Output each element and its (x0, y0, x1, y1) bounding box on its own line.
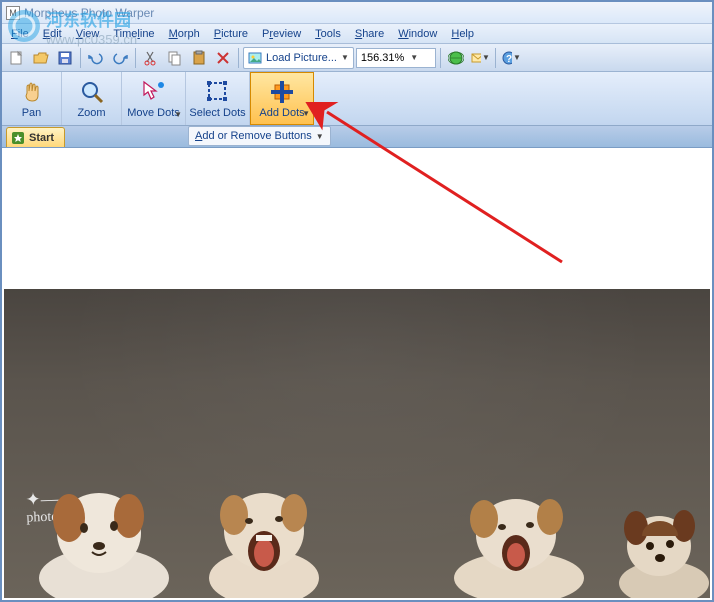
menubar: FFileile Edit View Timeline Morph Pictur… (2, 24, 712, 44)
tab-start-label: Start (29, 132, 54, 144)
menu-file[interactable]: FFileile (4, 26, 36, 42)
menu-help[interactable]: Help (444, 26, 481, 42)
zoom-label: Zoom (77, 107, 105, 119)
load-picture-button[interactable]: Load Picture... ▼ (243, 47, 354, 69)
help-button[interactable]: ?▼ (500, 47, 522, 69)
pan-label: Pan (22, 107, 42, 119)
menu-preview[interactable]: Preview (255, 26, 308, 42)
email-button[interactable]: ▼ (469, 47, 491, 69)
separator (135, 48, 136, 68)
tab-start[interactable]: Start (6, 127, 65, 147)
dropdown-arrow-icon: ▼ (174, 110, 182, 119)
new-button[interactable] (6, 47, 28, 69)
move-dots-icon (141, 79, 167, 105)
dropdown-arrow-icon: ▼ (302, 109, 310, 118)
window-title: Morpheus Photo Warper (24, 6, 154, 20)
redo-button[interactable] (109, 47, 131, 69)
menu-window[interactable]: Window (391, 26, 444, 42)
select-dots-tool[interactable]: Select Dots (186, 72, 250, 125)
zoom-level-value: 156.31% (361, 52, 404, 64)
dropdown-arrow-icon: ▼ (316, 132, 324, 141)
menu-morph[interactable]: Morph (162, 26, 207, 42)
pan-tool[interactable]: Pan (2, 72, 62, 125)
menu-timeline[interactable]: Timeline (106, 26, 161, 42)
zoom-tool[interactable]: Zoom (62, 72, 122, 125)
star-icon (11, 131, 25, 145)
web-button[interactable] (445, 47, 467, 69)
menu-tools[interactable]: Tools (308, 26, 348, 42)
tab-bar: Start Add or Remove Buttons ▼ (2, 126, 712, 148)
load-picture-label: Load Picture... (266, 52, 337, 64)
separator (440, 48, 441, 68)
zoom-level-combo[interactable]: 156.31% ▼ (356, 48, 436, 68)
puppy-3 (434, 483, 604, 598)
hand-icon (19, 79, 45, 105)
titlebar: M Morpheus Photo Warper (2, 2, 712, 24)
add-remove-label: Add or Remove Buttons (195, 130, 312, 142)
add-dots-tool[interactable]: Add Dots ▼ (250, 72, 314, 125)
undo-button[interactable] (85, 47, 107, 69)
dropdown-arrow-icon: ▼ (410, 53, 418, 62)
puppy-2 (194, 473, 334, 598)
canvas-area[interactable]: ✦— photo (4, 150, 710, 598)
separator (80, 48, 81, 68)
magnifier-icon (79, 79, 105, 105)
puppy-4 (614, 498, 710, 598)
add-remove-buttons-dropdown[interactable]: Add or Remove Buttons ▼ (188, 126, 331, 146)
separator (495, 48, 496, 68)
puppy-1 (24, 468, 184, 598)
image-content: ✦— photo (4, 289, 710, 598)
paste-button[interactable] (188, 47, 210, 69)
add-dots-label: Add Dots (259, 107, 304, 119)
app-icon: M (6, 6, 20, 20)
toolbar-main: Load Picture... ▼ 156.31% ▼ ▼ ?▼ (2, 44, 712, 72)
cut-button[interactable] (140, 47, 162, 69)
save-button[interactable] (54, 47, 76, 69)
move-dots-tool[interactable]: Move Dots ▼ (122, 72, 186, 125)
svg-text:?: ? (506, 54, 512, 65)
picture-icon (248, 51, 262, 65)
menu-picture[interactable]: Picture (207, 26, 255, 42)
select-dots-icon (205, 79, 231, 105)
move-dots-label: Move Dots (127, 107, 180, 119)
menu-share[interactable]: Share (348, 26, 391, 42)
menu-view[interactable]: View (69, 26, 107, 42)
delete-button[interactable] (212, 47, 234, 69)
separator (238, 48, 239, 68)
dropdown-arrow-icon: ▼ (341, 53, 349, 62)
toolbar-tools: Pan Zoom Move Dots ▼ Select Dots Add Dot… (2, 72, 712, 126)
select-dots-label: Select Dots (189, 107, 245, 119)
add-dots-icon (269, 79, 295, 105)
menu-edit[interactable]: Edit (36, 26, 69, 42)
copy-button[interactable] (164, 47, 186, 69)
open-button[interactable] (30, 47, 52, 69)
